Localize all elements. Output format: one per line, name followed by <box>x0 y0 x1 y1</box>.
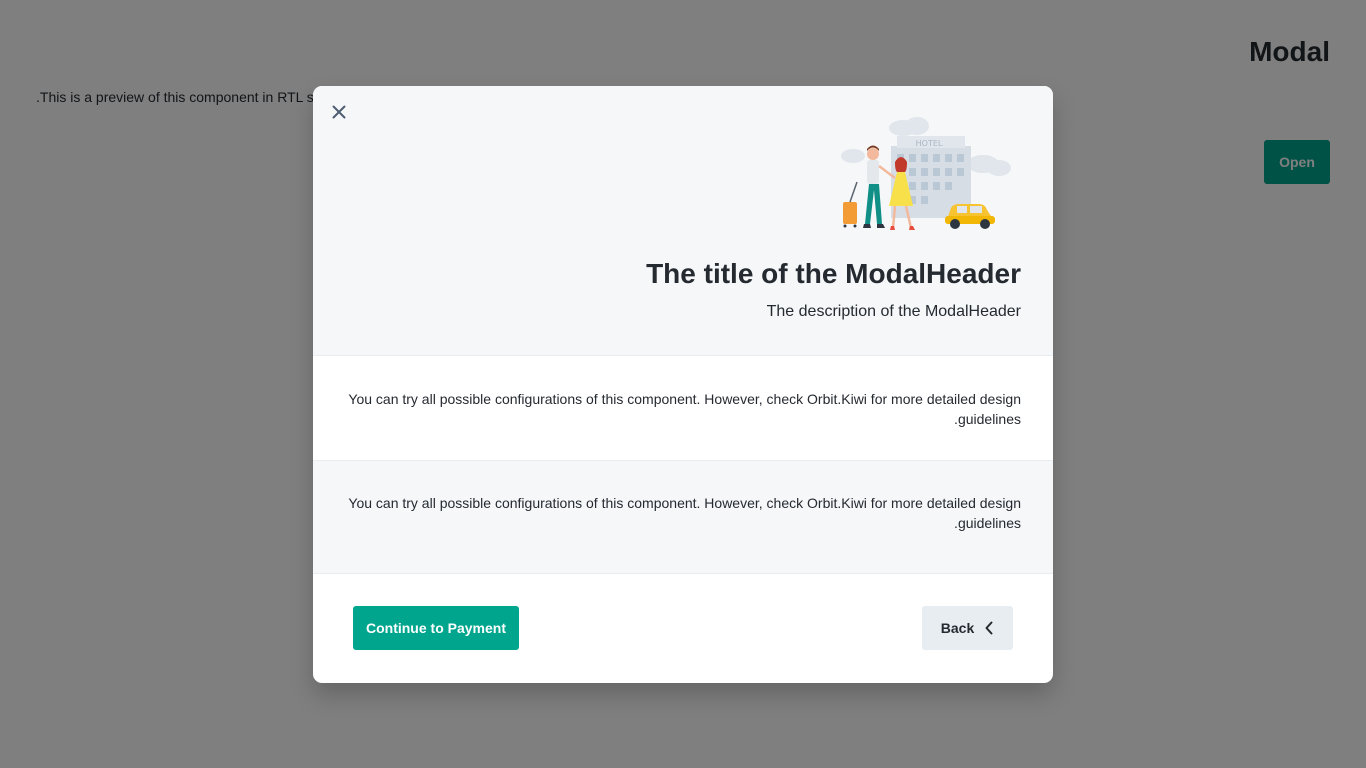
close-button[interactable] <box>325 100 353 124</box>
back-button[interactable]: Back <box>922 606 1013 650</box>
hotel-couple-illustration: HOTEL <box>841 117 1011 230</box>
modal-header-description: The description of the ModalHeader <box>766 303 1021 320</box>
section-text: You can try all possible configurations … <box>348 495 1021 531</box>
close-icon <box>332 105 346 119</box>
back-button-label: Back <box>940 620 975 636</box>
modal-footer: Continue to Payment Back <box>313 574 1053 682</box>
modal-dialog: HOTEL The title of the ModalHeader The d… <box>313 86 1053 683</box>
chevron-left-icon <box>985 621 993 635</box>
modal-header-title: The title of the ModalHeader <box>646 258 1021 289</box>
modal-section-2: You can try all possible configurations … <box>313 461 1053 574</box>
modal-section-1: You can try all possible configurations … <box>313 356 1053 461</box>
section-text: You can try all possible configurations … <box>348 391 1021 427</box>
svg-text:HOTEL: HOTEL <box>916 139 943 148</box>
continue-to-payment-button[interactable]: Continue to Payment <box>353 606 519 650</box>
modal-header: HOTEL The title of the ModalHeader The d… <box>313 86 1053 356</box>
